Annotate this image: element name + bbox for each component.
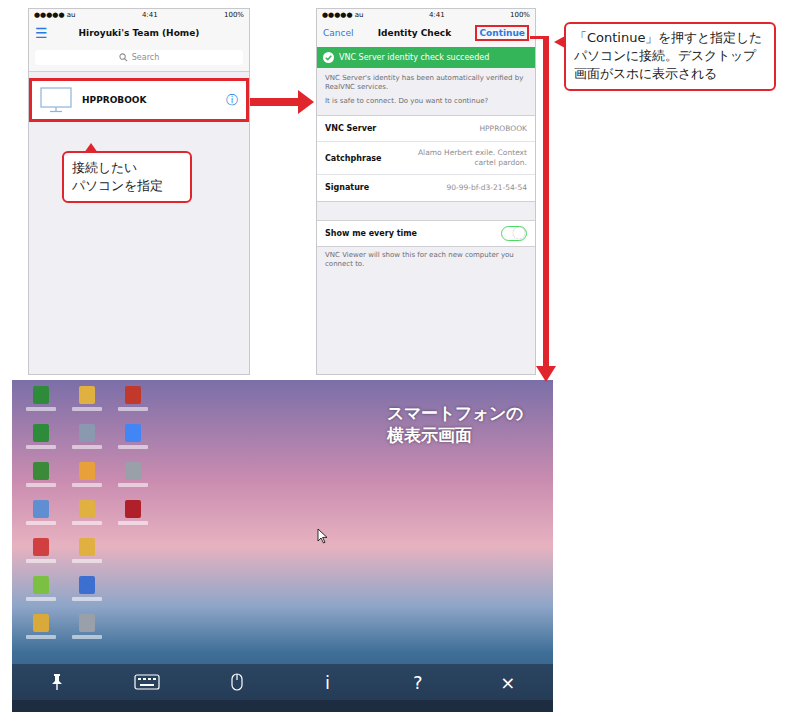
desktop-icon[interactable] (64, 614, 110, 652)
pin-icon (50, 673, 64, 691)
desktop-icon[interactable] (18, 386, 64, 424)
cursor-icon (317, 528, 329, 544)
detail-value: 90-99-bf-d3-21-54-54 (447, 183, 527, 193)
desktop-icon[interactable] (18, 424, 64, 462)
banner-text: VNC Server identity check succeeded (339, 53, 489, 62)
check-icon (323, 52, 334, 63)
detail-label: Catchphrase (325, 154, 381, 163)
carrier: ●●●●● au (34, 11, 76, 19)
desktop-icon[interactable] (18, 538, 64, 576)
status-bar: ●●●●● au 4:41 100% (317, 9, 535, 21)
intro-text: VNC Server's identity has been automatic… (325, 74, 527, 92)
search-icon (119, 53, 128, 62)
desktop-icon[interactable] (110, 500, 156, 538)
detail-value: HPPROBOOK (479, 124, 527, 134)
desktop-icon[interactable] (64, 424, 110, 462)
toggle-note: VNC Viewer will show this for each new c… (325, 251, 527, 269)
header: ☰Hiroyuki's Team (Home) (29, 21, 249, 47)
viewer-toolbar: i? × (12, 664, 553, 700)
toolbar-label: i (325, 672, 330, 693)
top-row: ●●●●● au 4:41 100% ☰Hiroyuki's Team (Home) S… (0, 0, 800, 375)
toolbar-button[interactable] (37, 673, 77, 691)
remote-desktop-screen: スマートフォンの横表示画面 i? × (12, 380, 553, 712)
detail-row: VNC Server HPPROBOOK (317, 116, 535, 142)
taskbar (12, 700, 553, 712)
desktop-icon[interactable] (64, 386, 110, 424)
search-field[interactable]: Search (35, 50, 243, 65)
battery: 100% (224, 11, 244, 19)
detail-value: Alamo Herbert exile. Context cartel pard… (412, 148, 527, 168)
toolbar-button[interactable]: × (488, 672, 528, 693)
caption-line: 横表示画面 (387, 424, 523, 446)
search-bar: Search (29, 47, 249, 72)
identity-check-screen: ●●●●● au 4:41 100% Cancel Identity Check Cont… (316, 8, 536, 375)
monitor-icon (40, 87, 72, 113)
computer-list-screen: ●●●●● au 4:41 100% ☰Hiroyuki's Team (Home) S… (28, 8, 250, 375)
caption: スマートフォンの横表示画面 (387, 402, 523, 446)
desktop-icon[interactable] (64, 538, 110, 576)
time: 4:41 (142, 11, 158, 19)
desktop-icon[interactable] (110, 462, 156, 500)
desktop-icon[interactable] (18, 462, 64, 500)
caption-line: スマートフォンの (387, 402, 523, 424)
carrier: ●●●●● au (322, 11, 364, 19)
toolbar-button[interactable] (127, 674, 167, 690)
success-banner: VNC Server identity check succeeded (317, 47, 535, 68)
detail-label: Signature (325, 183, 369, 192)
details-table: VNC Server HPPROBOOK Catchphrase Alamo Herb… (317, 115, 535, 202)
nav-bar: Cancel Identity Check Continue (317, 21, 535, 47)
callout-line: パソコンを指定 (72, 177, 182, 195)
callout: 接続したいパソコンを指定 (62, 151, 192, 203)
toolbar-button[interactable]: i (308, 672, 348, 693)
keyboard-icon (134, 674, 160, 690)
time: 4:41 (429, 11, 445, 19)
desktop-icon[interactable] (110, 424, 156, 462)
intro-text: It is safe to connect. Do you want to co… (325, 97, 527, 106)
status-bar: ●●●●● au 4:41 100% (29, 9, 249, 21)
toolbar-label: ? (413, 672, 423, 693)
desktop-icon[interactable] (64, 576, 110, 614)
search-placeholder: Search (132, 53, 159, 62)
detail-label: VNC Server (325, 124, 376, 133)
desktop-icon[interactable] (64, 462, 110, 500)
tutorial-page: ●●●●● au 4:41 100% ☰Hiroyuki's Team (Home) S… (0, 0, 800, 728)
computer-name: HPPROBOOK (82, 95, 216, 105)
toolbar-label: × (500, 672, 515, 693)
detail-row: Signature 90-99-bf-d3-21-54-54 (317, 175, 535, 201)
intro: VNC Server's identity has been automatic… (317, 68, 535, 115)
toggle-switch[interactable] (501, 226, 527, 241)
continue-button[interactable]: Continue (475, 25, 529, 41)
detail-row: Catchphrase Alamo Herbert exile. Context … (317, 142, 535, 175)
info-button[interactable]: ⓘ (226, 92, 238, 109)
mouse-icon (231, 673, 243, 691)
desktop-icon[interactable] (64, 500, 110, 538)
nav-title: Identity Check (378, 28, 451, 38)
battery: 100% (510, 11, 530, 19)
callout: 「Continue」を押すと指定したパソコンに接続。デスクトップ画面がスホに表示… (564, 22, 776, 91)
computer-row[interactable]: HPPROBOOK ⓘ (29, 78, 249, 122)
toolbar-button[interactable]: ? (398, 672, 438, 693)
toggle-row: Show me every time (317, 220, 535, 247)
menu-button[interactable]: ☰ (35, 25, 51, 41)
desktop-icon[interactable] (110, 386, 156, 424)
callout-line: 接続したい (72, 159, 182, 177)
team-title: Hiroyuki's Team (Home) (51, 28, 227, 38)
toggle-label: Show me every time (325, 229, 417, 238)
desktop-icon[interactable] (18, 500, 64, 538)
toolbar-button[interactable] (217, 673, 257, 691)
cancel-button[interactable]: Cancel (323, 28, 354, 38)
arrow-icon (0, 0, 800, 728)
desktop-icon[interactable] (18, 614, 64, 652)
desktop-icon[interactable] (18, 576, 64, 614)
